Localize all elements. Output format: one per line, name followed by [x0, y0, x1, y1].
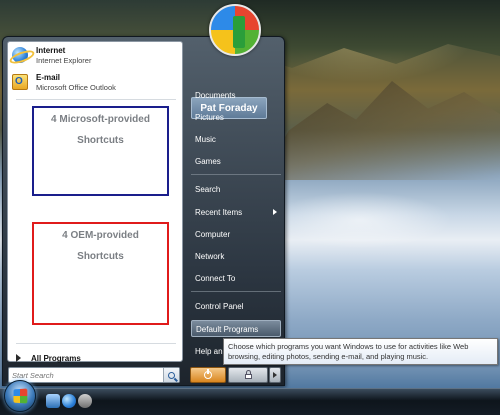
box-label-line1: 4 OEM-provided [62, 230, 139, 241]
right-separator [191, 291, 281, 292]
submenu-arrow-icon [273, 209, 277, 215]
media-player-icon[interactable] [78, 394, 92, 408]
pinned-item-title: Internet [36, 46, 66, 55]
wallpaper-mountain [260, 81, 500, 180]
right-separator [191, 174, 281, 175]
box-label-line2: Shortcuts [77, 135, 124, 146]
default-programs-tooltip: Choose which programs you want Windows t… [223, 338, 498, 365]
right-item-documents[interactable]: Documents [191, 87, 281, 104]
lock-icon [244, 370, 252, 379]
start-menu: Internet Internet Explorer E-mail Micros… [2, 36, 285, 386]
outlook-icon [12, 74, 28, 90]
right-item-help[interactable]: Help and Support [191, 343, 227, 360]
internet-explorer-icon[interactable] [62, 394, 76, 408]
search-button[interactable] [163, 368, 179, 382]
show-desktop-icon[interactable] [46, 394, 60, 408]
oem-shortcuts-box: 4 OEM-provided Shortcuts [32, 222, 169, 325]
recent-items-label: Recent Items [195, 208, 243, 217]
search-icon [168, 371, 175, 379]
right-item-games[interactable]: Games [191, 153, 281, 170]
user-picture-windows-logo[interactable] [209, 4, 261, 56]
start-search-input[interactable] [9, 368, 163, 382]
pinned-item-internet[interactable]: Internet Internet Explorer [12, 43, 180, 69]
arrow-right-icon [16, 354, 21, 362]
right-item-default-programs[interactable]: Default Programs [191, 320, 281, 337]
right-item-pictures[interactable]: Pictures [191, 109, 281, 126]
right-item-search[interactable]: Search [191, 181, 281, 198]
pinned-item-title: E-mail [36, 73, 61, 82]
right-item-control-panel[interactable]: Control Panel [191, 298, 281, 315]
box-label-line1: 4 Microsoft-provided [51, 114, 150, 125]
right-item-music[interactable]: Music [191, 131, 281, 148]
shutdown-options-button[interactable] [269, 367, 281, 383]
start-search-box [8, 367, 180, 383]
pinned-item-email[interactable]: E-mail Microsoft Office Outlook [12, 70, 180, 96]
internet-explorer-icon [12, 47, 28, 63]
right-item-recent-items[interactable]: Recent Items [191, 204, 281, 221]
start-button[interactable] [4, 380, 36, 412]
microsoft-shortcuts-box: 4 Microsoft-provided Shortcuts [32, 106, 169, 196]
pinned-separator [16, 99, 176, 100]
all-programs-separator [16, 343, 176, 344]
lock-button[interactable] [228, 367, 268, 383]
start-menu-left-pane: Internet Internet Explorer E-mail Micros… [7, 41, 183, 365]
power-button[interactable] [190, 367, 226, 383]
pinned-item-subtitle: Internet Explorer [36, 56, 92, 65]
box-label-line2: Shortcuts [77, 251, 124, 262]
right-item-computer[interactable]: Computer [191, 226, 281, 243]
pinned-item-subtitle: Microsoft Office Outlook [36, 83, 116, 92]
right-item-network[interactable]: Network [191, 248, 281, 265]
power-icon [204, 369, 212, 379]
right-item-connect-to[interactable]: Connect To [191, 270, 281, 287]
all-programs-button[interactable]: All Programs [16, 351, 81, 365]
all-programs-label: All Programs [31, 353, 81, 363]
